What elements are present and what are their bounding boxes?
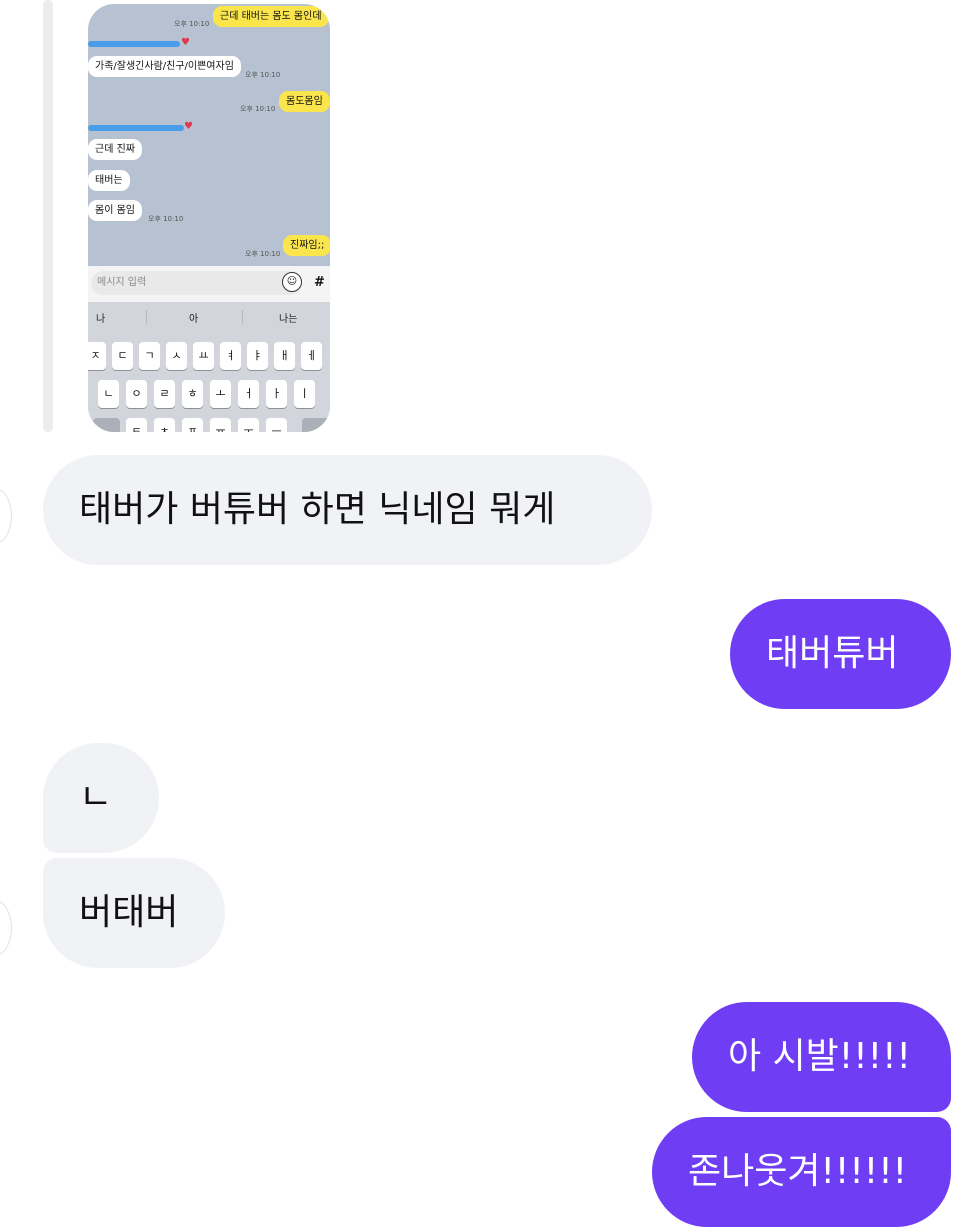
key[interactable]: ㅐ (274, 342, 295, 370)
screenshot-time-5: 오후 10:10 (245, 250, 281, 258)
avatar[interactable] (0, 488, 12, 544)
suggestion-1[interactable]: 나 (96, 310, 105, 325)
redacted-name (88, 41, 180, 47)
key[interactable]: ㅇ (126, 380, 147, 408)
key[interactable]: ㅔ (301, 342, 322, 370)
keyboard: 나 아 나는 ㅈ ㄷ ㄱ ㅅ ㅛ ㅕ ㅑ ㅐ ㅔ ㄴ ㅇ ㄹ ㅎ ㅗ ㅓ ㅏ ㅣ… (88, 302, 330, 432)
reply-thread-line (43, 0, 53, 432)
key[interactable]: ㄹ (154, 380, 175, 408)
message-input[interactable]: 메시지 입력 (91, 271, 302, 295)
incoming-message[interactable]: ㄴ (43, 743, 159, 853)
screenshot-msg-7: 진짜임;; (283, 235, 330, 256)
suggestion-3[interactable]: 나는 (279, 310, 297, 325)
screenshot-msg-6: 몸이 몸임 (88, 200, 142, 221)
message-input-bar: 메시지 입력 ☺ # (88, 266, 330, 302)
screenshot-time-4: 오후 10:10 (148, 215, 184, 223)
key[interactable]: ㅑ (247, 342, 268, 370)
screenshot-msg-1: 근데 태버는 몸도 몸인데 (213, 6, 329, 27)
outgoing-message[interactable]: 아 시발!!!!! (692, 1002, 951, 1112)
suggestion-divider (146, 310, 147, 324)
key[interactable]: ㅛ (193, 342, 214, 370)
key[interactable]: ㄱ (139, 342, 160, 370)
key[interactable]: ㅕ (220, 342, 241, 370)
shift-key[interactable] (93, 418, 120, 432)
incoming-message[interactable]: 버태버 (43, 858, 225, 968)
heart-icon: ♥ (181, 37, 190, 48)
key[interactable]: ㄷ (112, 342, 133, 370)
screenshot-time-3: 오후 10:10 (240, 105, 276, 113)
key[interactable]: ㅎ (182, 380, 203, 408)
screenshot-msg-4: 근데 진짜 (88, 139, 142, 160)
key[interactable]: ㅠ (210, 418, 231, 432)
key[interactable]: ㅍ (182, 418, 203, 432)
screenshot-msg-2: 가족/잘생긴사람/친구/이쁜여자임 (88, 56, 241, 77)
screenshot-time-1: 오후 10:10 (174, 20, 210, 28)
key[interactable]: ㅅ (166, 342, 187, 370)
suggestion-2[interactable]: 아 (189, 310, 198, 325)
key[interactable]: ㅌ (126, 418, 147, 432)
redacted-name (88, 125, 184, 131)
shared-screenshot-image[interactable]: 근데 태버는 몸도 몸인데 오후 10:10 ♥ 가족/잘생긴사람/친구/이쁜여… (88, 4, 330, 432)
avatar[interactable] (0, 900, 12, 956)
key[interactable]: ㅊ (154, 418, 175, 432)
key[interactable]: ㅓ (238, 380, 259, 408)
key[interactable]: ㄴ (98, 380, 119, 408)
key[interactable]: ㅈ (88, 342, 106, 370)
suggestion-divider (242, 310, 243, 324)
key[interactable]: ㅜ (238, 418, 259, 432)
key[interactable]: ㅡ (266, 418, 287, 432)
screenshot-msg-5: 태버는 (88, 170, 130, 191)
outgoing-message[interactable]: 존나웃겨!!!!!! (652, 1117, 951, 1227)
hash-icon[interactable]: # (314, 275, 325, 290)
key[interactable]: ㅣ (294, 380, 315, 408)
key[interactable]: ㅗ (210, 380, 231, 408)
screenshot-time-2: 오후 10:10 (245, 71, 281, 79)
incoming-message[interactable]: 태버가 버튜버 하면 닉네임 뭐게 (43, 455, 652, 565)
heart-icon: ♥ (184, 121, 193, 132)
outgoing-message[interactable]: 태버튜버 (730, 599, 951, 709)
backspace-key[interactable] (302, 418, 329, 432)
key[interactable]: ㅏ (266, 380, 287, 408)
screenshot-msg-3: 몸도몸임 (279, 91, 330, 112)
emoji-icon[interactable]: ☺ (282, 272, 302, 292)
